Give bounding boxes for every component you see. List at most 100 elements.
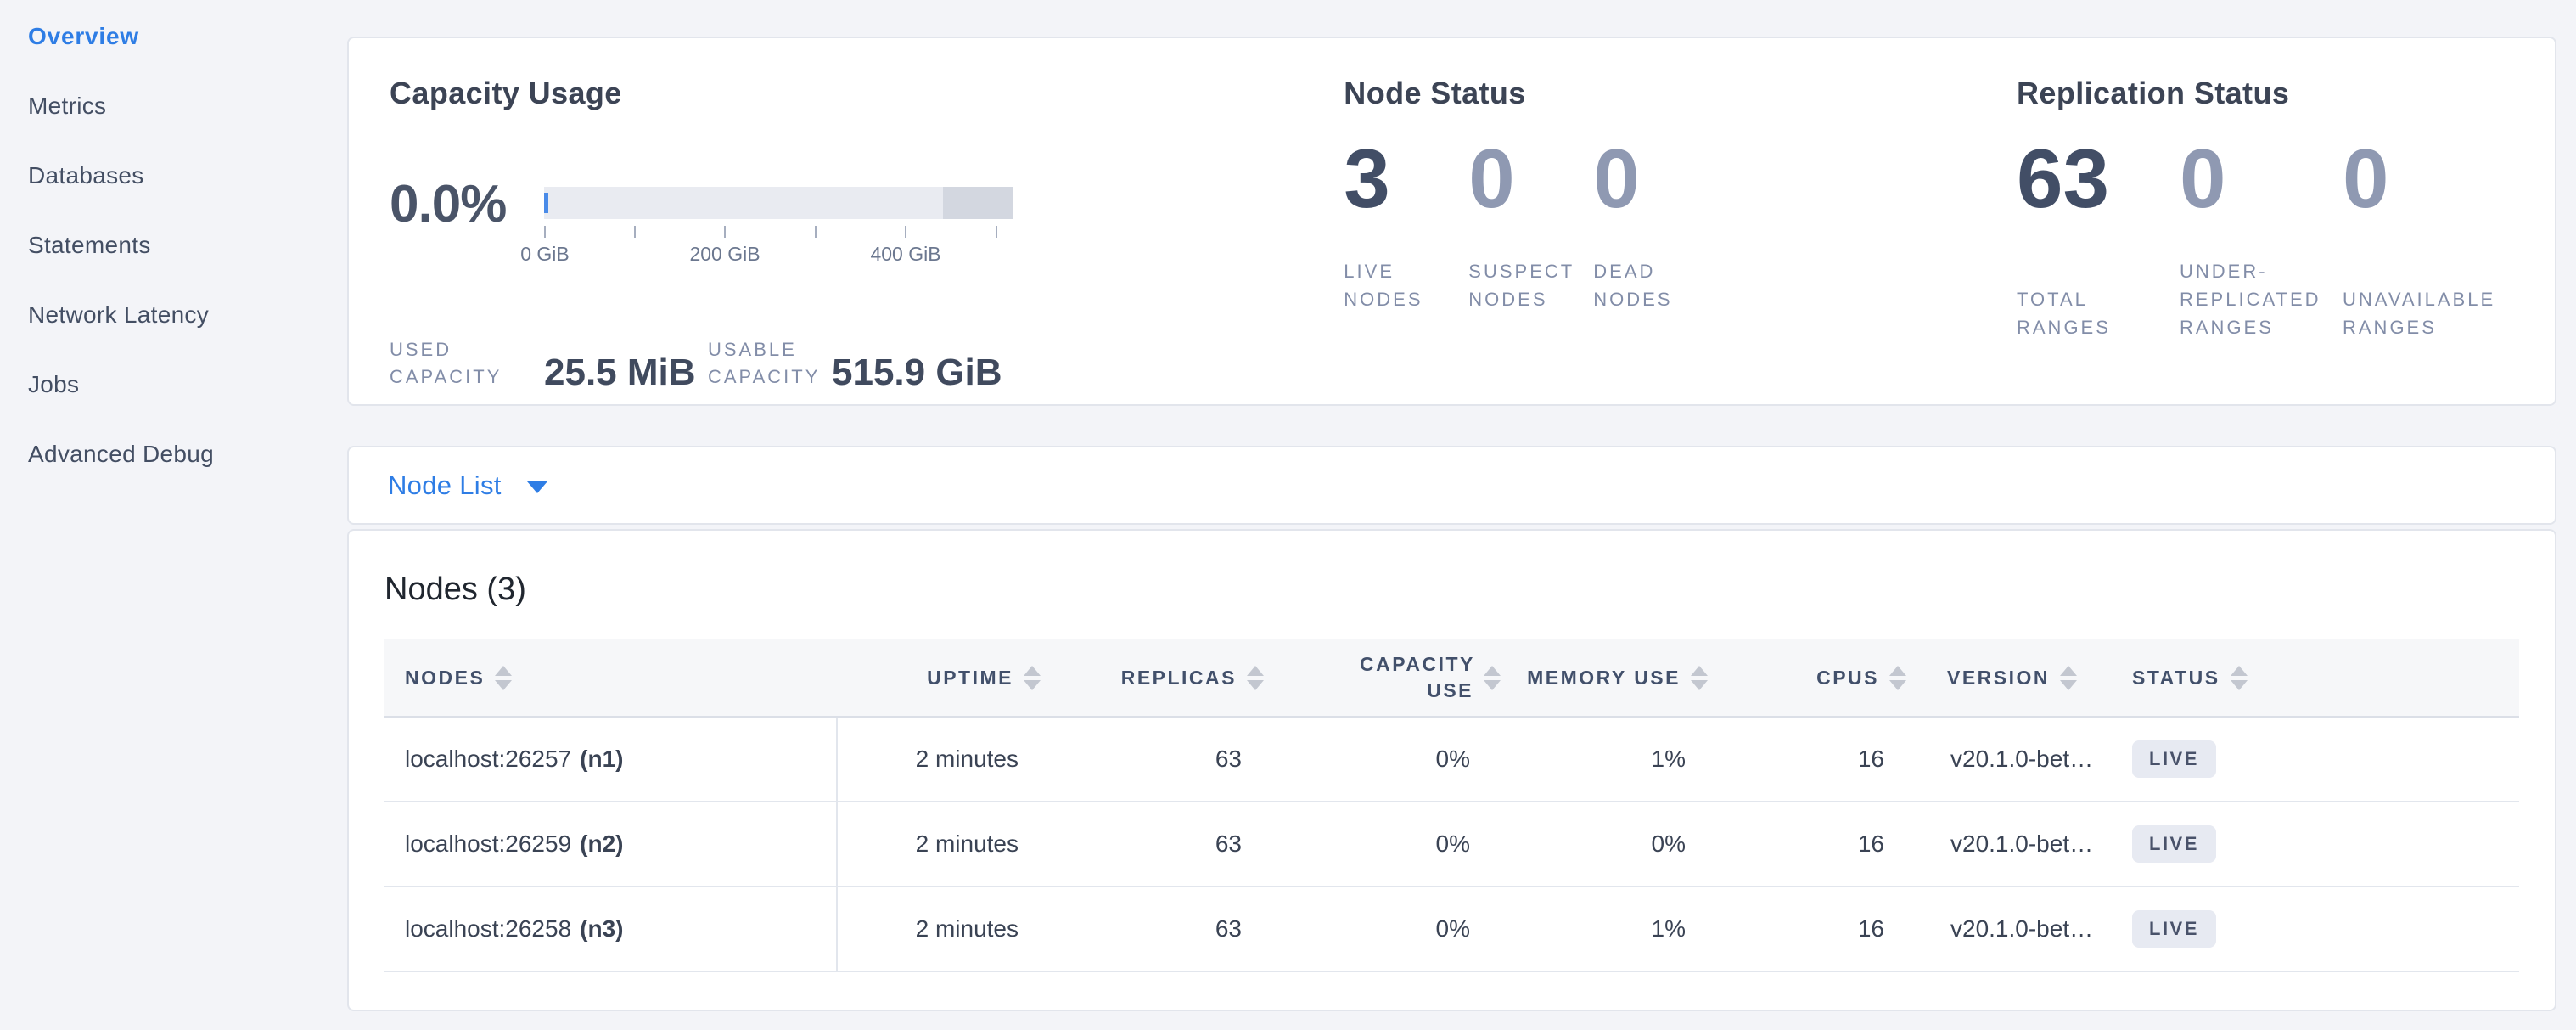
sidebar-item-advanced-debug[interactable]: Advanced Debug [28, 442, 344, 467]
version-cell: v20.1.0-bet… [1911, 802, 2107, 886]
uptime-cell: 2 minutes [838, 887, 1046, 971]
node-address: localhost:26259 [405, 830, 571, 858]
node-name: (n2) [580, 830, 623, 858]
node-status-title: Node Status [1344, 76, 2017, 113]
sort-icon[interactable] [1889, 666, 1906, 690]
axis-tick [724, 226, 726, 238]
nodes-table-header: NODES UPTIME REPLICAS CAPACITY USE MEMOR… [384, 639, 2519, 718]
sort-icon[interactable] [1024, 666, 1041, 690]
sort-icon[interactable] [2231, 666, 2248, 690]
sidebar-item-metrics[interactable]: Metrics [28, 93, 344, 119]
sort-icon[interactable] [2060, 666, 2077, 690]
usable-capacity-stat: USABLE CAPACITY 515.9 GiB [708, 336, 1002, 391]
column-header-label: UPTIME [927, 667, 1013, 689]
node-name: (n3) [580, 915, 623, 943]
chevron-down-icon [527, 481, 547, 493]
capacity-used-percent: 0.0% [390, 178, 544, 231]
column-header-label: REPLICAS [1121, 667, 1237, 689]
sort-icon[interactable] [1247, 666, 1264, 690]
table-row-node-1[interactable]: localhost:26257 (n1) 2 minutes 63 0% 1% … [384, 718, 2519, 802]
table-row-node-3[interactable]: localhost:26258 (n3) 2 minutes 63 0% 1% … [384, 887, 2519, 972]
replicas-cell: 63 [1046, 802, 1269, 886]
sort-icon[interactable] [1484, 666, 1501, 690]
capacity-bar-track [544, 187, 1013, 219]
table-row-node-2[interactable]: localhost:26259 (n2) 2 minutes 63 0% 0% … [384, 802, 2519, 887]
node-list-dropdown[interactable]: Node List [388, 470, 547, 501]
unavailable-ranges-count: 0 [2343, 137, 2506, 220]
memory-use-cell: 1% [1506, 718, 1713, 801]
cpus-cell: 16 [1713, 718, 1911, 801]
used-capacity-value: 25.5 MiB [544, 355, 696, 391]
dead-nodes-count: 0 [1593, 137, 1718, 220]
node-address-cell: localhost:26258 (n3) [384, 887, 838, 971]
status-cell: LIVE [2107, 802, 2519, 886]
node-name: (n1) [580, 746, 623, 773]
axis-tick [544, 226, 546, 238]
replication-status-section: Replication Status 63 0 0 TOTAL RANGES U… [2017, 76, 2555, 404]
capacity-usage-title: Capacity Usage [390, 76, 1344, 113]
column-header-cpus[interactable]: CPUS [1713, 639, 1911, 716]
status-cell: LIVE [2107, 887, 2519, 971]
memory-use-cell: 0% [1506, 802, 1713, 886]
column-header-nodes[interactable]: NODES [384, 639, 838, 716]
sidebar-item-statements[interactable]: Statements [28, 233, 344, 258]
unavailable-ranges-label: UNAVAILABLE RANGES [2343, 285, 2555, 341]
axis-label-0gib: 0 GiB [520, 243, 570, 266]
capacity-other-segment [943, 187, 1013, 219]
suspect-nodes-label: SUSPECT NODES [1468, 257, 1593, 313]
column-header-replicas[interactable]: REPLICAS [1046, 639, 1269, 716]
capacity-use-cell: 0% [1269, 802, 1506, 886]
column-header-uptime[interactable]: UPTIME [838, 639, 1046, 716]
main-content: Capacity Usage 0.0% [347, 37, 2556, 1011]
replicas-cell: 63 [1046, 887, 1269, 971]
axis-label-200gib: 200 GiB [689, 243, 760, 266]
sidebar-item-databases[interactable]: Databases [28, 163, 344, 189]
usable-capacity-value: 515.9 GiB [832, 355, 1002, 391]
status-badge: LIVE [2132, 910, 2216, 948]
sort-icon[interactable] [495, 666, 512, 690]
total-ranges-label: TOTAL RANGES [2017, 285, 2180, 341]
cpus-cell: 16 [1713, 887, 1911, 971]
column-header-memory-use[interactable]: MEMORY USE [1506, 639, 1713, 716]
column-header-status[interactable]: STATUS [2107, 639, 2519, 716]
cluster-summary-card: Capacity Usage 0.0% [347, 37, 2556, 406]
dead-nodes-label: DEAD NODES [1593, 257, 1718, 313]
capacity-axis-labels: 0 GiB 200 GiB 400 GiB [544, 241, 1013, 267]
nodes-card: Nodes (3) NODES UPTIME REPLICAS CAPACITY… [347, 529, 2556, 1011]
under-replicated-ranges-label: UNDER-REPLICATED RANGES [2180, 257, 2343, 341]
memory-use-cell: 1% [1506, 887, 1713, 971]
under-replicated-ranges-count: 0 [2180, 137, 2343, 220]
capacity-axis-ticks [544, 222, 1013, 241]
version-cell: v20.1.0-bet… [1911, 718, 2107, 801]
capacity-usage-section: Capacity Usage 0.0% [390, 76, 1344, 404]
sidebar-item-jobs[interactable]: Jobs [28, 372, 344, 397]
live-nodes-label: LIVE NODES [1344, 257, 1468, 313]
node-address-cell: localhost:26257 (n1) [384, 718, 838, 801]
nodes-table: NODES UPTIME REPLICAS CAPACITY USE MEMOR… [384, 639, 2519, 972]
replication-status-labels: TOTAL RANGES UNDER-REPLICATED RANGES UNA… [2017, 257, 2555, 341]
replicas-cell: 63 [1046, 718, 1269, 801]
capacity-used-segment [544, 193, 548, 213]
used-capacity-stat: USED CAPACITY 25.5 MiB [390, 336, 708, 391]
node-address: localhost:26257 [405, 746, 571, 773]
node-status-counts: 3 0 0 [1344, 137, 2017, 220]
column-header-version[interactable]: VERSION [1911, 639, 2107, 716]
live-nodes-count: 3 [1344, 137, 1468, 220]
node-address-cell: localhost:26259 (n2) [384, 802, 838, 886]
axis-tick [905, 226, 906, 238]
column-header-label: CPUS [1816, 667, 1879, 689]
status-cell: LIVE [2107, 718, 2519, 801]
column-header-label: CAPACITY USE [1360, 651, 1473, 704]
sidebar-item-network-latency[interactable]: Network Latency [28, 302, 344, 328]
nodes-title: Nodes (3) [384, 571, 2519, 611]
sort-icon[interactable] [1691, 666, 1708, 690]
column-header-label: VERSION [1947, 667, 2050, 689]
column-header-label: MEMORY USE [1527, 667, 1681, 689]
usable-capacity-label: USABLE CAPACITY [708, 336, 832, 391]
capacity-use-cell: 0% [1269, 887, 1506, 971]
total-ranges-count: 63 [2017, 137, 2180, 220]
replication-status-counts: 63 0 0 [2017, 137, 2555, 220]
sidebar-item-overview[interactable]: Overview [28, 24, 344, 49]
column-header-label: NODES [405, 667, 485, 689]
column-header-capacity-use[interactable]: CAPACITY USE [1269, 639, 1506, 716]
